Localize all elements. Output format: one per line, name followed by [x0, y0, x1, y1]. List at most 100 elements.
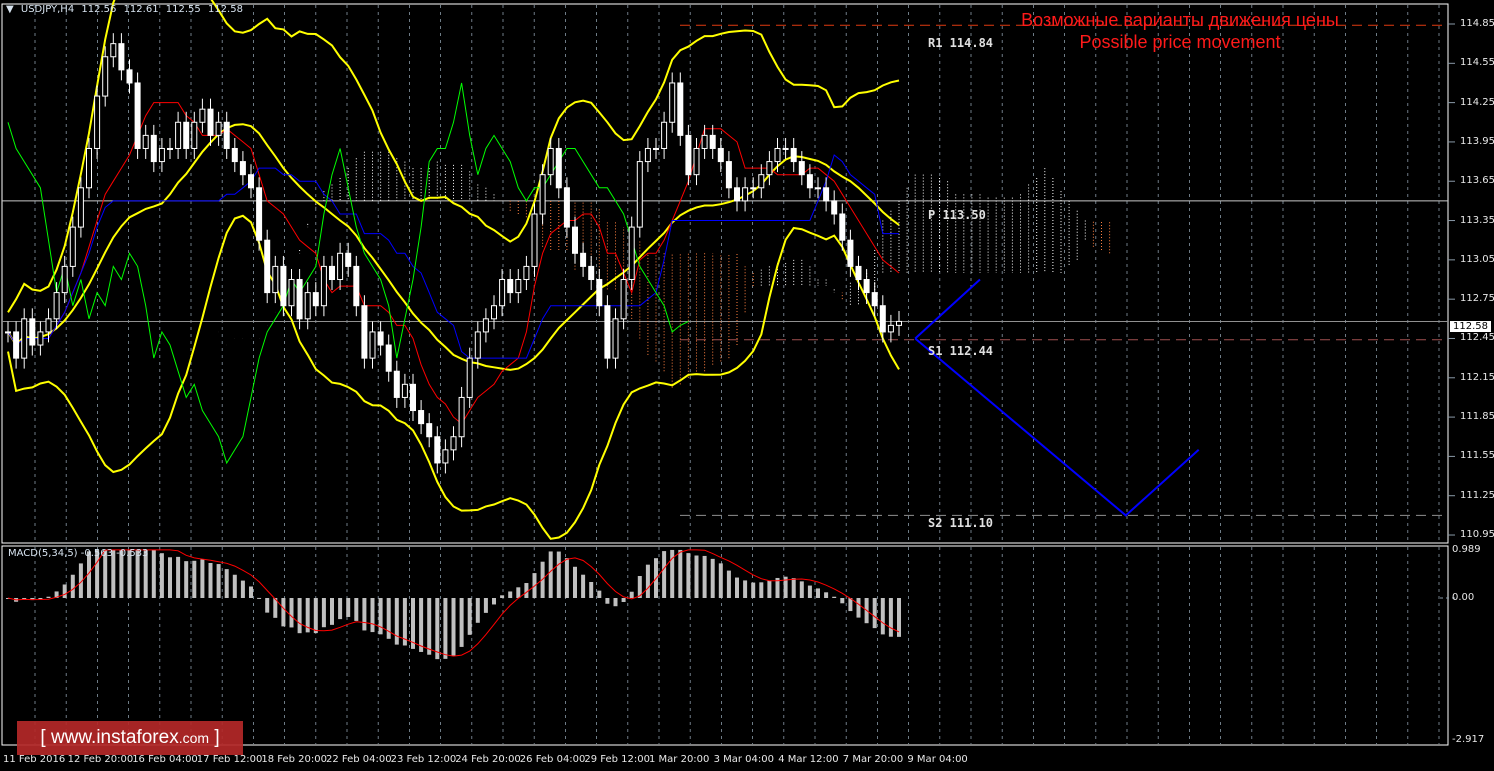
macd-histogram-bar	[759, 582, 764, 598]
macd-histogram-bar	[475, 598, 480, 623]
macd-histogram-bar	[370, 598, 375, 633]
candle-bearish	[847, 239, 854, 267]
macd-histogram-bar	[816, 588, 820, 598]
macd-histogram-bar	[483, 598, 488, 613]
candle-bearish	[604, 305, 611, 359]
candle-bearish	[871, 292, 878, 307]
time-axis-tick: 3 Mar 04:00	[713, 754, 774, 765]
bollinger-middle-line	[7, 123, 900, 371]
candle-bullish	[337, 252, 344, 281]
candle-bullish	[482, 318, 489, 333]
macd-histogram-bar	[564, 558, 569, 598]
candle-bearish	[685, 134, 692, 176]
candle-bearish	[426, 423, 433, 438]
macd-histogram-bar	[710, 558, 715, 598]
macd-histogram-bar	[735, 577, 739, 598]
candle-bullish	[499, 279, 506, 307]
main-panel-border	[1, 3, 1449, 544]
price-axis-tick: 113.35	[1460, 214, 1494, 226]
candle-bullish	[636, 161, 643, 228]
macd-histogram-bar	[184, 561, 189, 598]
price-axis-tick: 112.75	[1460, 293, 1494, 305]
candle-bearish	[385, 344, 392, 372]
time-axis-tick: 26 Feb 04:00	[519, 754, 586, 765]
macd-histogram-bar	[240, 580, 245, 598]
macd-histogram-bar	[435, 598, 440, 660]
candle-bearish	[223, 121, 230, 149]
macd-histogram-bar	[411, 598, 415, 649]
candle-bullish	[175, 121, 182, 149]
macd-histogram-bar	[46, 596, 51, 598]
time-axis-tick: 7 Mar 20:00	[842, 754, 904, 765]
macd-histogram-bar	[548, 551, 553, 598]
macd-histogram-bar	[297, 598, 302, 634]
candle-bullish	[45, 318, 52, 333]
dropdown-triangle-icon[interactable]: ▼	[6, 4, 14, 15]
candle-bearish	[734, 187, 740, 202]
candle-bearish	[13, 331, 20, 359]
macd-histogram-bar	[799, 581, 804, 598]
candle-bullish	[320, 265, 327, 307]
macd-histogram-bar	[159, 553, 164, 598]
candle-bullish	[288, 279, 295, 307]
instaforex-watermark[interactable]: [ www.instaforex .com ]	[17, 721, 243, 755]
candle-bullish	[21, 318, 28, 359]
macd-axis-tick: 0.00	[1452, 592, 1475, 603]
macd-histogram-bar	[443, 598, 448, 659]
macd-histogram-bar	[176, 556, 181, 598]
price-axis-tick: 110.95	[1460, 529, 1494, 541]
candle-bearish	[596, 279, 603, 307]
price-axis-tick: 111.85	[1460, 411, 1494, 423]
candle-bullish	[369, 331, 376, 359]
candle-bearish	[507, 279, 514, 294]
watermark-text: www.instaforex	[50, 727, 179, 748]
macd-histogram-bar	[321, 598, 326, 628]
candle-bearish	[572, 226, 578, 254]
macd-histogram-bar	[824, 592, 829, 598]
time-axis-tick: 12 Feb 20:00	[67, 754, 134, 765]
macd-histogram-bar	[22, 598, 27, 599]
candle-bullish	[896, 320, 902, 326]
price-chart[interactable]	[0, 0, 1494, 771]
candle-bearish	[563, 187, 570, 228]
macd-axis-tick: -2.917	[1452, 734, 1485, 745]
time-axis-tick: 17 Feb 12:00	[196, 754, 263, 765]
candle-bearish	[580, 252, 587, 267]
candle-bullish	[53, 292, 60, 320]
candle-bullish	[523, 265, 530, 281]
macd-histogram-bar	[516, 587, 521, 598]
candle-bullish	[167, 147, 173, 150]
candle-bullish	[547, 147, 554, 176]
candle-bearish	[879, 305, 886, 333]
candle-bullish	[142, 134, 149, 149]
candle-bullish	[774, 147, 781, 163]
candle-bearish	[345, 252, 352, 267]
macd-histogram-bar	[192, 560, 197, 598]
candle-bearish	[150, 134, 157, 163]
macd-histogram-bar	[767, 580, 772, 598]
candle-bearish	[353, 265, 360, 307]
macd-histogram-bar	[856, 598, 861, 618]
candle-bullish	[215, 121, 222, 136]
time-axis-tick: 9 Mar 04:00	[907, 754, 968, 765]
level-label-r1: R1 114.84	[928, 36, 994, 50]
macd-histogram-bar	[338, 598, 343, 620]
macd-label: MACD(5,34,5) -0.563 -0.533	[8, 548, 149, 559]
candle-bearish	[361, 305, 368, 359]
candle-bullish	[199, 108, 206, 123]
candle-bullish	[474, 331, 481, 359]
candle-bearish	[823, 187, 830, 202]
candle-bullish	[102, 56, 109, 97]
macd-histogram-bar	[791, 578, 796, 598]
candle-bearish	[264, 239, 271, 294]
candle-bullish	[539, 174, 546, 215]
title-russian: Возможные варианты движения цены	[1021, 10, 1339, 30]
symbol-label: USDJPY,H4	[20, 4, 75, 15]
macd-histogram-bar	[451, 598, 456, 656]
macd-histogram-bar	[467, 598, 472, 635]
candle-bearish	[207, 108, 214, 136]
candle-bullish	[442, 449, 449, 464]
macd-histogram-bar	[880, 598, 885, 635]
macd-histogram-bar	[678, 549, 683, 598]
macd-histogram-bar	[694, 555, 699, 598]
